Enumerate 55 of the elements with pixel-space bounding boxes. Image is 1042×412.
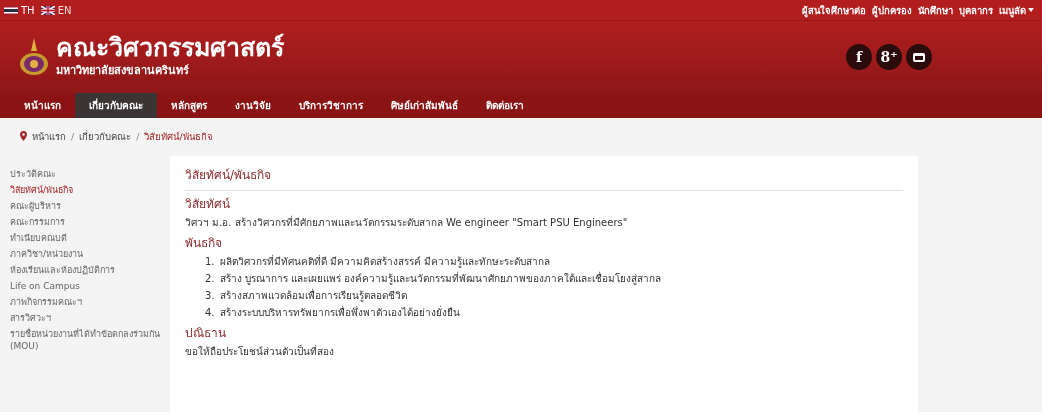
list-number: 3. <box>205 289 215 303</box>
nav-tab[interactable]: ติดต่อเรา <box>472 93 538 118</box>
language-label: EN <box>57 4 72 16</box>
sidebar-item[interactable]: รายชื่อหน่วยงานที่ได้ทำข้อตกลงร่วมกัน (MOU) <box>10 328 160 352</box>
faculty-title: คณะวิศวกรรมศาสตร์ <box>56 34 284 62</box>
top-link[interactable]: นักศึกษา <box>918 2 953 18</box>
top-link[interactable]: บุคลากร <box>959 2 993 18</box>
list-item: ผลิตวิศวกรที่มีทัศนคติที่ดี มีความคิดสร้างสรรค์ มีความรู้และทักษะระดับสากล <box>219 255 550 269</box>
breadcrumb-link[interactable]: วิสัยทัศน์/พันธกิจ <box>144 128 213 144</box>
sidebar-item[interactable]: ประวัติคณะ <box>10 168 160 180</box>
paragraph: ขอให้ถือประโยชน์ส่วนตัวเป็นที่สอง <box>185 345 335 359</box>
language-link[interactable]: EN <box>40 4 72 16</box>
section-heading: ปณิธาน <box>185 326 227 341</box>
sidebar-item[interactable]: Life on Campus <box>10 280 160 292</box>
section-heading: พันธกิจ <box>185 236 223 251</box>
social-link[interactable]: 8⁺ <box>876 44 902 70</box>
nav-tab[interactable]: หน้าแรก <box>10 93 75 118</box>
nav-tab[interactable]: งานวิจัย <box>221 93 285 118</box>
section-heading: วิสัยทัศน์ <box>185 197 231 212</box>
social-link[interactable]: f <box>846 44 872 70</box>
breadcrumb-link[interactable]: หน้าแรก <box>32 128 66 144</box>
uk-flag-icon <box>40 5 55 15</box>
list-item: สร้าง บูรณาการ และเผยแพร่ องค์ความรู้และนวัตกรรมที่พัฒนาศักยภาพของภาคใต้และเชื่อมโยงสู่สากล <box>219 272 662 286</box>
sidebar-item[interactable]: คณะผู้บริหาร <box>10 200 160 212</box>
video-icon[interactable] <box>906 44 932 70</box>
university-name: มหาวิทยาลัยสงขลานครินทร์ <box>56 63 190 80</box>
sidebar-item[interactable]: ภาพกิจกรรมคณะฯ <box>10 296 160 308</box>
nav-tab[interactable]: ศิษย์เก่าสัมพันธ์ <box>377 93 472 118</box>
sidebar-item[interactable]: คณะกรรมการ <box>10 216 160 228</box>
list-item: สร้างสภาพแวดล้อมเพื่อการเรียนรู้ตลอดชีวิต <box>219 289 407 303</box>
breadcrumb-separator: / <box>71 130 75 142</box>
emblem-icon <box>18 37 50 77</box>
breadcrumb-link[interactable]: เกี่ยวกับคณะ <box>79 128 132 144</box>
top-link[interactable]: ผู้สนใจศึกษาต่อ <box>802 2 866 18</box>
sidebar-item[interactable]: สารวิศวะฯ <box>10 312 160 324</box>
language-label: TH <box>21 4 35 16</box>
top-link[interactable]: ผู้ปกครอง <box>872 2 912 18</box>
sidebar-item[interactable]: ทำเนียบคณบดี <box>10 232 160 244</box>
top-link[interactable]: เมนูลัด <box>999 2 1034 18</box>
page-title: วิสัยทัศน์/พันธกิจ <box>185 166 903 191</box>
sidebar-item[interactable]: วิสัยทัศน์/พันธกิจ <box>10 184 160 196</box>
nav-tab[interactable]: บริการวิชาการ <box>285 93 377 118</box>
nav-tab[interactable]: เกี่ยวกับคณะ <box>75 93 157 118</box>
nav-tab[interactable]: หลักสูตร <box>157 93 221 118</box>
map-pin-icon <box>20 131 27 141</box>
list-number: 4. <box>205 306 215 320</box>
thai-flag-icon <box>4 5 18 15</box>
list-number: 2. <box>205 272 215 286</box>
sidebar-item[interactable]: ห้องเรียนและห้องปฏิบัติการ <box>10 264 160 276</box>
paragraph: วิศวฯ ม.อ. สร้างวิศวกรที่มีศักยภาพและนวัตกรรมระดับสากล We engineer "Smart PSU Engineers" <box>185 216 629 230</box>
language-link[interactable]: TH <box>4 4 35 16</box>
list-item: สร้างระบบบริหารทรัพยากรเพื่อพึ่งพาตัวเองได้อย่างยั่งยืน <box>219 306 460 320</box>
sidebar-item[interactable]: ภาควิชา/หน่วยงาน <box>10 248 160 260</box>
list-number: 1. <box>205 255 215 269</box>
breadcrumb-separator: / <box>136 130 140 142</box>
